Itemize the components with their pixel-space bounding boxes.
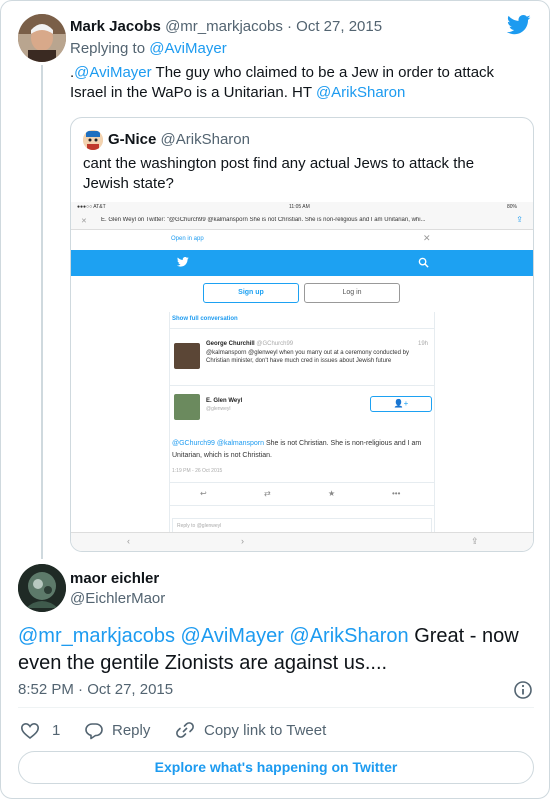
like-button[interactable]: 1 [20,720,60,742]
main-time: 8:52 PM [18,681,74,698]
screenshot-action-row: ↩ ⇄ ★ ••• [170,482,434,506]
quoted-author-handle: @ArikSharon [160,131,250,148]
parent-avatar-image [18,14,66,62]
parent-author-handle[interactable]: @mr_markjacobs [165,18,283,35]
gc-author-handle: @GChurch99 [256,341,294,347]
george-churchill-tweet: George Churchill @GChurch99 19h @kalmans… [170,328,434,386]
ios-bottom-toolbar: ‹ › ⇪ [71,532,533,551]
parent-author-name[interactable]: Mark Jacobs [70,18,161,35]
copy-link-label: Copy link to Tweet [204,722,327,739]
parent-header: Mark Jacobs @mr_markjacobs · Oct 27, 201… [70,17,382,37]
share-icon: ⇪ [471,536,479,546]
parent-tail-mention-link[interactable]: @ArikSharon [316,84,405,101]
signup-button: Sign up [203,283,299,303]
heart-icon [20,722,40,740]
main-separator: · [73,681,88,698]
main-avatar[interactable] [18,564,66,612]
thread-connector-line [41,65,43,559]
reply-icon: ↩ [200,489,207,498]
main-tweet-text: @mr_markjacobs @AviMayer @ArikSharon Gre… [18,623,538,677]
gc-author-name: George Churchill [206,341,255,347]
reply-icon [85,723,103,740]
ios-carrier: ●●●○○ AT&T [77,204,106,210]
retweet-icon: ⇄ [264,489,271,498]
parent-avatar[interactable] [18,14,66,62]
main-avatar-image [18,564,66,612]
gw-tweet-text: @GChurch99 @kalmansporn She is not Chris… [172,438,432,462]
parent-tweet-text: .@AviMayer The guy who claimed to be a J… [70,63,530,103]
gc-time: 19h [417,341,428,347]
show-full-conversation-link: Show full conversation [172,316,238,322]
search-icon [418,257,429,268]
parent-mention-link[interactable]: @AviMayer [74,64,151,81]
replying-to-label: Replying to [70,40,150,57]
ios-time: 11:05 AM [289,204,310,210]
twitter-bird-icon [177,257,189,267]
gw-date: 1:19 PM - 26 Oct 2015 [172,468,223,474]
screenshot-page: Open in app ✕ Sign up Log in Show full c… [71,230,533,534]
ios-status-bar: ●●●○○ AT&T 11:05 AM 80% [71,202,533,212]
open-in-app-link: Open in app [171,236,204,242]
share-icon: ⇪ [516,215,523,224]
divider [18,707,534,708]
main-date: Oct 27, 2015 [87,681,174,698]
gc-tweet-text: @kalmansporn @glenweyl when you marry ou… [206,350,409,364]
twitter-logo-icon[interactable] [507,15,531,35]
gw-author-name: E. Glen Weyl [206,398,243,404]
link-icon [176,722,194,738]
replying-to-handle[interactable]: @AviMayer [149,40,226,57]
main-mentions[interactable]: @mr_markjacobs @AviMayer @ArikSharon [18,625,409,647]
gw-mentions: @GChurch99 @kalmansporn [172,440,265,447]
avatar [174,343,200,369]
reply-button[interactable]: Reply [84,720,150,742]
main-author-name[interactable]: maor eichler [70,569,159,589]
twitter-header-bar [71,250,533,276]
quoted-avatar [83,130,103,150]
login-button: Log in [304,283,400,303]
quoted-tweet[interactable]: G-Nice @ArikSharon cant the washington p… [70,117,534,552]
close-icon: ✕ [423,233,431,243]
quoted-author-name: G-Nice [108,131,157,148]
ios-url-bar: ✕ E. Glen Weyl on Twitter: "@GChurch99 @… [71,212,533,230]
forward-icon: › [241,536,244,546]
quoted-media-screenshot[interactable]: ●●●○○ AT&T 11:05 AM 80% ✕ E. Glen Weyl o… [71,202,533,551]
gw-author-handle: @glenweyl [206,406,231,412]
avatar [174,394,200,420]
quoted-tweet-text: cant the washington post find any actual… [83,155,475,192]
close-icon: ✕ [81,218,87,225]
main-author-handle[interactable]: @EichlerMaor [70,589,165,609]
copy-link-button[interactable]: Copy link to Tweet [174,720,326,742]
screenshot-conversation-column: Show full conversation George Churchill … [169,312,435,534]
more-icon: ••• [392,489,401,498]
back-icon: ‹ [127,536,130,546]
follow-icon: 👤+ [370,396,432,412]
star-icon: ★ [328,489,336,498]
tweet-embed-card: Mark Jacobs @mr_markjacobs · Oct 27, 201… [0,0,550,799]
replying-to: Replying to @AviMayer [70,39,227,59]
ios-battery: 80% [507,204,518,210]
quoted-avatar-image [83,130,103,150]
like-count: 1 [52,722,61,739]
parent-date[interactable]: Oct 27, 2015 [296,18,382,35]
gc-author: George Churchill @GChurch99 [206,341,293,347]
reply-label: Reply [112,722,151,739]
ios-url-text: E. Glen Weyl on Twitter: "@GChurch99 @ka… [101,217,426,223]
main-timestamp[interactable]: 8:52 PM · Oct 27, 2015 [18,680,173,700]
info-icon[interactable] [513,680,533,700]
explore-button[interactable]: Explore what's happening on Twitter [18,751,534,784]
quoted-header: G-Nice @ArikSharon [108,130,250,150]
parent-separator: · [282,18,297,35]
